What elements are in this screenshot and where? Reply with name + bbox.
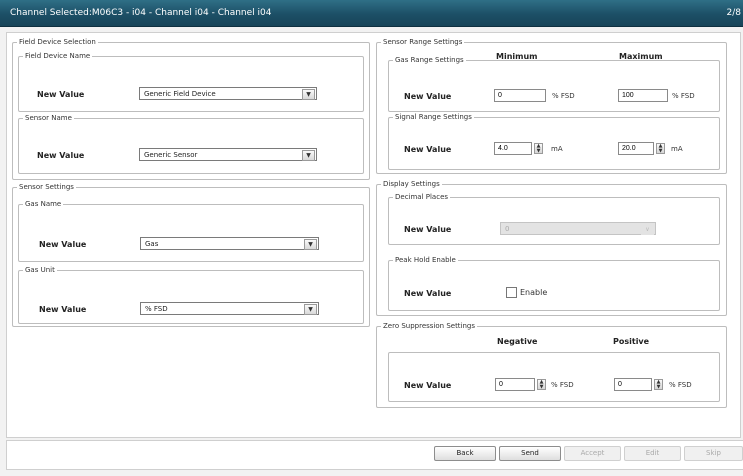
page-indicator: 2/8	[726, 8, 741, 18]
back-button[interactable]: Back	[434, 446, 496, 461]
zero-suppression-label: New Value	[404, 381, 452, 390]
positive-header: Positive	[613, 337, 650, 346]
spin-updown-icon[interactable]: ▲ ▼	[537, 379, 546, 390]
negative-header: Negative	[497, 337, 538, 346]
gas-range-min-unit: % FSD	[552, 92, 575, 100]
signal-range-max-input[interactable]	[618, 142, 654, 155]
group-legend: Sensor Range Settings	[383, 38, 463, 46]
decimal-places-dropdown: 0 ∨	[500, 222, 656, 235]
chevron-down-icon[interactable]: ▼	[302, 150, 315, 161]
group-legend: Gas Unit	[25, 266, 55, 274]
spin-updown-icon[interactable]: ▲ ▼	[534, 143, 543, 154]
peak-hold-checkbox[interactable]	[506, 287, 517, 298]
spin-updown-icon[interactable]: ▲ ▼	[656, 143, 665, 154]
decimal-places-value: 0	[505, 225, 510, 233]
signal-range-min-input[interactable]	[494, 142, 532, 155]
gas-range-min-input[interactable]	[494, 89, 546, 102]
send-button[interactable]: Send	[499, 446, 561, 461]
gas-range-max-unit: % FSD	[672, 92, 695, 100]
field-device-name-label: New Value	[37, 90, 85, 99]
skip-button: Skip	[684, 446, 743, 461]
chevron-down-icon: ∨	[641, 224, 654, 235]
group-legend: Sensor Settings	[19, 183, 74, 191]
group-legend: Gas Name	[25, 200, 62, 208]
sensor-name-group: Sensor Name	[18, 114, 364, 174]
sensor-name-dropdown[interactable]: Generic Sensor ▼	[139, 148, 317, 161]
signal-range-label: New Value	[404, 145, 452, 154]
gas-unit-group: Gas Unit	[18, 266, 364, 324]
peak-hold-checkbox-label[interactable]: Enable	[520, 288, 547, 297]
gas-range-max-input[interactable]	[618, 89, 668, 102]
group-legend: Field Device Selection	[19, 38, 96, 46]
gas-name-group: Gas Name	[18, 200, 364, 262]
chevron-down-icon[interactable]: ▼	[302, 89, 315, 100]
edit-button: Edit	[624, 446, 681, 461]
negative-unit: % FSD	[551, 381, 574, 389]
negative-input[interactable]	[495, 378, 535, 391]
group-legend: Peak Hold Enable	[395, 256, 456, 264]
peak-hold-label: New Value	[404, 289, 452, 298]
group-legend: Display Settings	[383, 180, 440, 188]
window-title: Channel Selected:M06C3 - i04 - Channel i…	[10, 8, 272, 18]
field-device-name-group: Field Device Name	[18, 52, 364, 112]
gas-unit-dropdown[interactable]: % FSD ▼	[140, 302, 319, 315]
peak-hold-enable-group: Peak Hold Enable	[388, 256, 720, 311]
group-legend: Decimal Places	[395, 193, 449, 201]
gas-range-settings-group: Gas Range Settings	[388, 56, 720, 112]
group-legend: Sensor Name	[25, 114, 72, 122]
group-legend: Field Device Name	[25, 52, 91, 60]
spin-updown-icon[interactable]: ▲ ▼	[654, 379, 663, 390]
zero-suppression-values-group	[388, 352, 720, 402]
sensor-name-label: New Value	[37, 151, 85, 160]
gas-unit-label: New Value	[39, 305, 87, 314]
group-legend: Signal Range Settings	[395, 113, 472, 121]
sensor-name-value: Generic Sensor	[144, 151, 198, 159]
gas-range-label: New Value	[404, 92, 452, 101]
chevron-down-icon[interactable]: ▼	[304, 304, 317, 315]
field-device-name-value: Generic Field Device	[144, 90, 216, 98]
accept-button: Accept	[564, 446, 621, 461]
group-legend: Zero Suppression Settings	[383, 322, 476, 330]
decimal-places-label: New Value	[404, 225, 452, 234]
positive-unit: % FSD	[669, 381, 692, 389]
field-device-name-dropdown[interactable]: Generic Field Device ▼	[139, 87, 317, 100]
signal-range-min-unit: mA	[551, 145, 563, 153]
gas-name-value: Gas	[145, 240, 159, 248]
title-bar: Channel Selected:M06C3 - i04 - Channel i…	[0, 0, 743, 27]
gas-name-label: New Value	[39, 240, 87, 249]
gas-name-dropdown[interactable]: Gas ▼	[140, 237, 319, 250]
group-legend: Gas Range Settings	[395, 56, 464, 64]
chevron-down-icon[interactable]: ▼	[304, 239, 317, 250]
positive-input[interactable]	[614, 378, 652, 391]
signal-range-settings-group: Signal Range Settings	[388, 113, 720, 170]
signal-range-max-unit: mA	[671, 145, 683, 153]
decimal-places-group: Decimal Places	[388, 193, 720, 245]
gas-unit-value: % FSD	[145, 305, 168, 313]
